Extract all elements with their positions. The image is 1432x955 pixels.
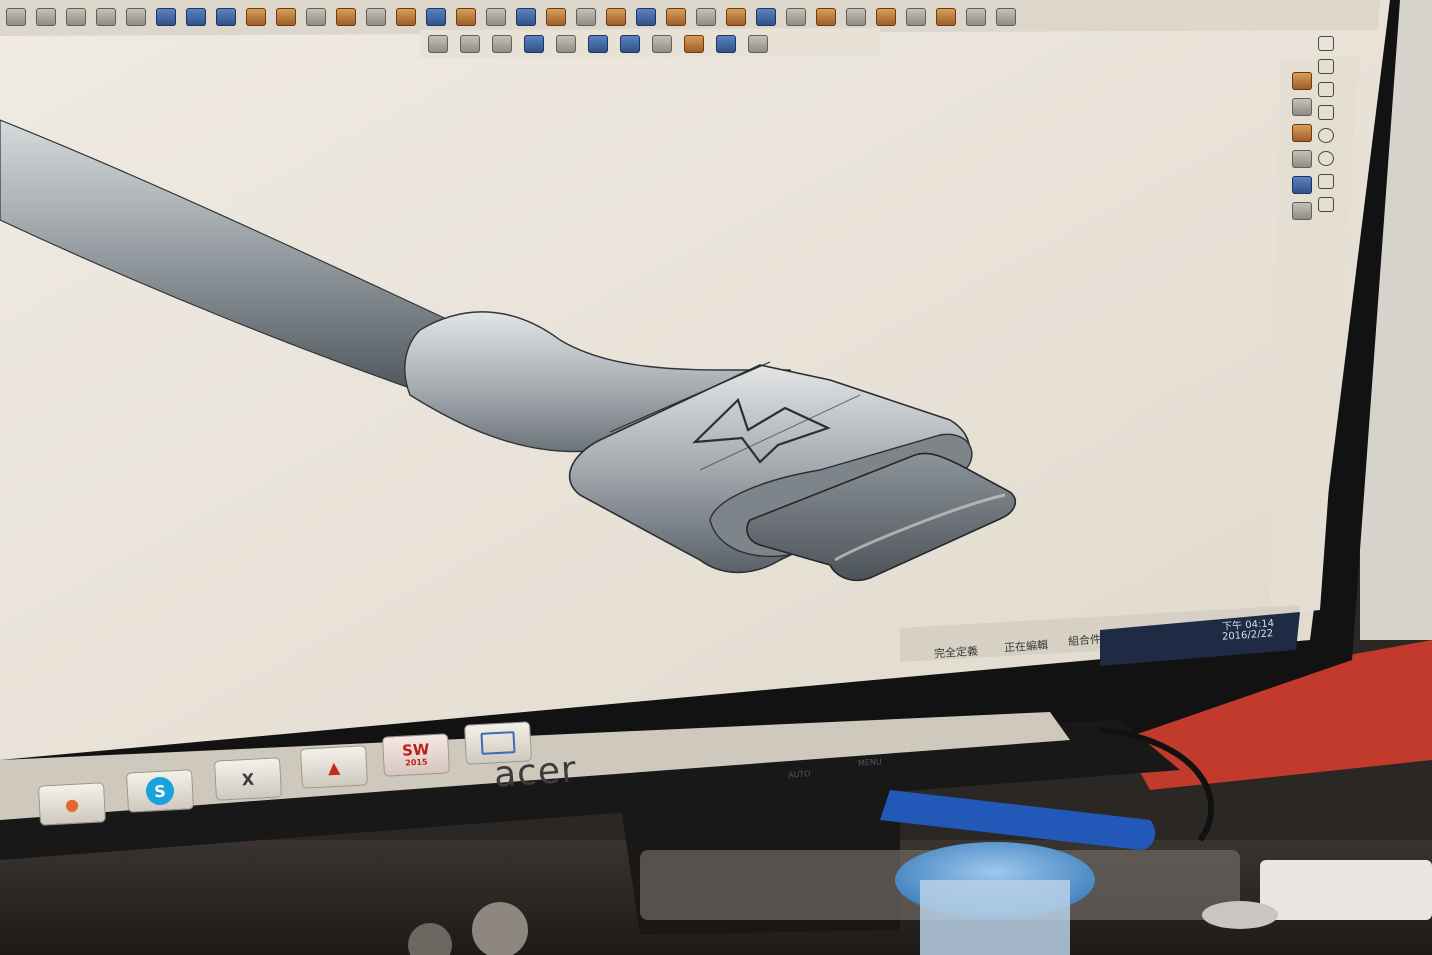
view-settings-icon[interactable] [716, 35, 736, 53]
circle-icon[interactable] [1318, 128, 1334, 143]
hide-show-icon[interactable] [620, 35, 640, 53]
cad-toolbar-icon[interactable] [636, 8, 656, 26]
cad-toolbar-icon[interactable] [576, 8, 596, 26]
appearance-icon[interactable] [1292, 176, 1312, 194]
monitor-button-menu[interactable]: MENU [858, 757, 882, 768]
spline-icon[interactable] [1318, 197, 1334, 212]
cad-toolbar-icon[interactable] [696, 8, 716, 26]
window-icon [480, 731, 516, 755]
view-orientation-icon[interactable] [556, 35, 576, 53]
cad-toolbar-icon[interactable] [756, 8, 776, 26]
design-library-icon[interactable] [1292, 124, 1312, 142]
cad-toolbar-icon[interactable] [36, 8, 56, 26]
cad-toolbar-icon[interactable] [876, 8, 896, 26]
taskbar-app-solidworks[interactable]: SW 2015 [383, 734, 449, 776]
resources-icon[interactable] [1292, 98, 1312, 116]
cad-toolbar-icon[interactable] [996, 8, 1016, 26]
solidworks-version: 2015 [405, 757, 428, 768]
cad-toolbar-icon[interactable] [936, 8, 956, 26]
custom-properties-icon[interactable] [1292, 202, 1312, 220]
cad-toolbar-icon[interactable] [786, 8, 806, 26]
cad-toolbar-icon[interactable] [216, 8, 236, 26]
photo-scene [0, 0, 1432, 955]
cad-toolbar-icon[interactable] [816, 8, 836, 26]
coin-battery [1202, 901, 1278, 929]
previous-view-icon[interactable] [492, 35, 512, 53]
app-x-icon: X [241, 769, 255, 789]
cad-toolbar-icon[interactable] [306, 8, 326, 26]
monitor-button-auto[interactable]: AUTO [788, 769, 811, 780]
edit-appearance-icon[interactable] [652, 35, 672, 53]
white-device [1260, 860, 1432, 920]
cad-toolbar-icon[interactable] [546, 8, 566, 26]
status-item-2: 正在編輯 [1003, 638, 1049, 655]
arc-icon[interactable] [1318, 174, 1334, 189]
sketch-tool-icon[interactable] [1318, 59, 1334, 74]
monitor-brand-logo: acer [492, 749, 579, 796]
sketch-tool-icon[interactable] [1318, 36, 1334, 51]
taskbar-app-office[interactable]: ● [39, 783, 105, 825]
cad-toolbar-icon[interactable] [666, 8, 686, 26]
cad-toolbar-icon[interactable] [396, 8, 416, 26]
cad-toolbar-icon[interactable] [966, 8, 986, 26]
rectangle-icon[interactable] [1318, 105, 1334, 120]
home-icon[interactable] [1292, 72, 1312, 90]
cad-toolbar-icon[interactable] [66, 8, 86, 26]
jar-body [920, 880, 1070, 955]
taskbar-app-x[interactable]: X [215, 758, 281, 800]
view-toolbar [428, 35, 768, 53]
cad-toolbar-icon[interactable] [906, 8, 926, 26]
cad-toolbar-icon[interactable] [486, 8, 506, 26]
pdf-icon: ▲ [327, 757, 341, 777]
solidworks-icon: SW [401, 740, 430, 760]
cad-toolbar-icon[interactable] [366, 8, 386, 26]
circle-icon[interactable] [1318, 151, 1334, 166]
status-item-1: 完全定義 [933, 644, 979, 661]
sketch-command-column [1318, 36, 1334, 212]
cad-toolbar-icon[interactable] [606, 8, 626, 26]
zoom-fit-icon[interactable] [428, 35, 448, 53]
status-item-3: 組合件 [1067, 632, 1102, 649]
taskbar-app-pdf[interactable]: ▲ [301, 746, 367, 788]
zoom-area-icon[interactable] [460, 35, 480, 53]
taskbar-app-skype[interactable]: S [127, 770, 193, 812]
office-icon: ● [64, 794, 80, 814]
line-icon[interactable] [1318, 82, 1334, 97]
cad-toolbar-icon[interactable] [516, 8, 536, 26]
cad-toolbar-icon[interactable] [246, 8, 266, 26]
monitor-icon[interactable] [748, 35, 768, 53]
skype-icon: S [145, 776, 175, 806]
cad-toolbar-icon[interactable] [846, 8, 866, 26]
file-explorer-icon[interactable] [1292, 150, 1312, 168]
cad-toolbar-icon[interactable] [276, 8, 296, 26]
cad-toolbar-icon[interactable] [456, 8, 476, 26]
section-view-icon[interactable] [524, 35, 544, 53]
cad-toolbar-icon[interactable] [336, 8, 356, 26]
cad-toolbar-icon[interactable] [96, 8, 116, 26]
cad-toolbar-icon[interactable] [186, 8, 206, 26]
cad-toolbar-icon[interactable] [6, 8, 26, 26]
cad-toolbar-icon[interactable] [126, 8, 146, 26]
cad-toolbar-icon[interactable] [426, 8, 446, 26]
main-toolbar [6, 8, 1016, 26]
display-style-icon[interactable] [588, 35, 608, 53]
cad-toolbar-icon[interactable] [726, 8, 746, 26]
cad-toolbar-icon[interactable] [156, 8, 176, 26]
scene-icon[interactable] [684, 35, 704, 53]
task-pane-tabs [1292, 72, 1312, 220]
